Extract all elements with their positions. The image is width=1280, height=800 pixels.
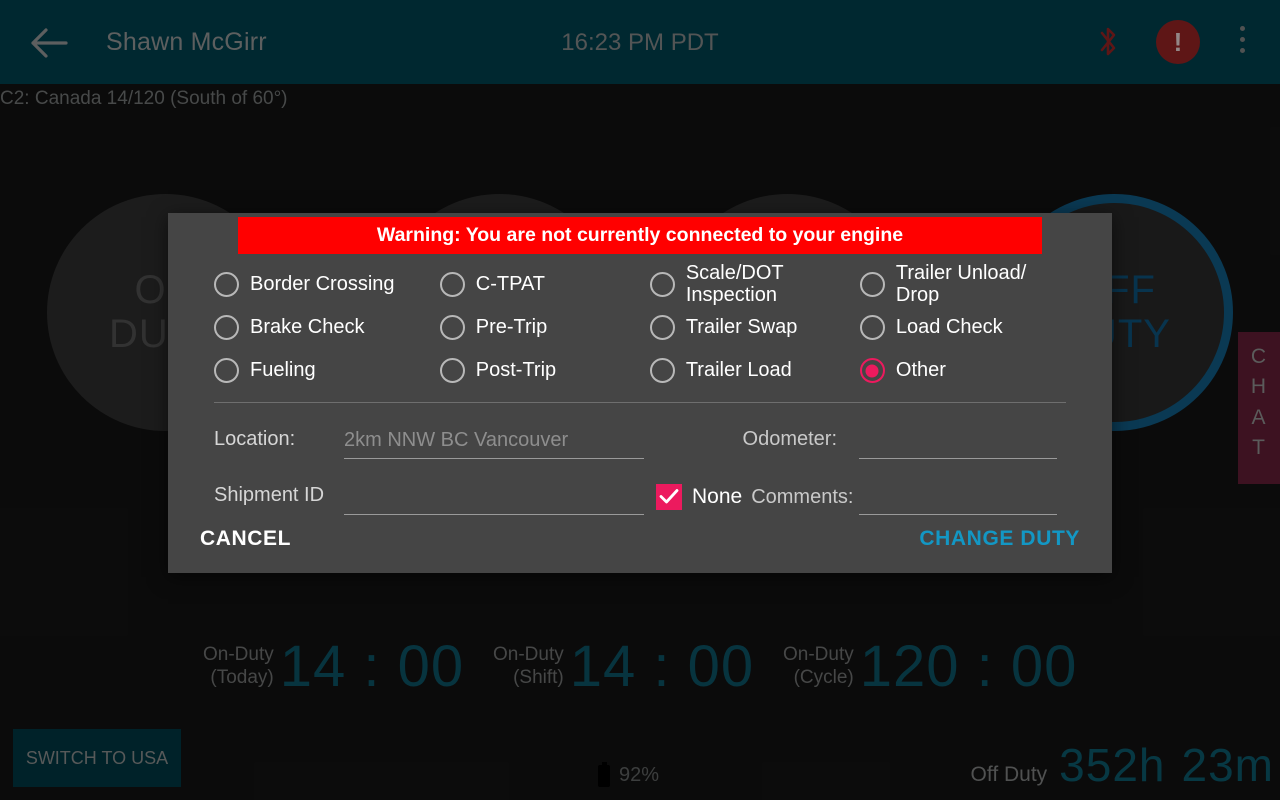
radio-circle-icon xyxy=(859,272,885,297)
radio-option-scale-dot-inspection[interactable]: Scale/DOT Inspection xyxy=(649,261,860,306)
change-duty-dialog: Warning: You are not currently connected… xyxy=(168,213,1112,573)
engine-warning-banner: Warning: You are not currently connected… xyxy=(238,217,1042,254)
radio-option-pre-trip[interactable]: Pre-Trip xyxy=(439,306,650,349)
shipment-id-label: Shipment ID xyxy=(214,484,325,506)
none-label: None xyxy=(692,485,743,508)
radio-circle-icon xyxy=(859,358,885,383)
radio-circle-icon xyxy=(214,272,239,297)
location-label: Location: xyxy=(214,428,296,450)
odometer-input[interactable] xyxy=(859,427,1057,459)
cancel-button[interactable]: CANCEL xyxy=(200,527,291,551)
change-duty-button[interactable]: CHANGE DUTY xyxy=(919,527,1080,551)
none-checkbox-checked-icon[interactable] xyxy=(656,484,682,510)
location-placeholder: 2km NNW BC Vancouver xyxy=(344,429,569,451)
radio-option-fueling[interactable]: Fueling xyxy=(214,349,440,392)
radio-circle-icon xyxy=(214,358,239,383)
radio-column-1: Border Crossing Brake Check Fueling xyxy=(214,263,440,392)
duty-reason-radio-group: Border Crossing Brake Check Fueling C-TP… xyxy=(168,254,1112,392)
radio-label: Post-Trip xyxy=(475,358,557,381)
radio-option-trailer-swap[interactable]: Trailer Swap xyxy=(649,306,860,349)
radio-circle-icon xyxy=(649,358,675,383)
radio-option-brake-check[interactable]: Brake Check xyxy=(214,306,440,349)
radio-column-2: C-TPAT Pre-Trip Post-Trip xyxy=(439,263,650,392)
radio-circle-icon xyxy=(859,315,885,340)
radio-option-post-trip[interactable]: Post-Trip xyxy=(439,349,650,392)
eld-duty-status-screen: ON DUTY OFF DUTY C2: Canada 14/120 (Sout… xyxy=(0,0,1280,800)
dialog-fields: Location: 2km NNW BC Vancouver Odometer:… xyxy=(168,403,1112,515)
radio-option-load-check[interactable]: Load Check xyxy=(859,306,1066,349)
odometer-label: Odometer: xyxy=(742,428,837,450)
radio-option-other[interactable]: Other xyxy=(859,349,1066,392)
radio-option-trailer-unload-drop[interactable]: Trailer Unload/ Drop xyxy=(859,261,1066,306)
radio-column-4: Trailer Unload/ Drop Load Check Other xyxy=(859,261,1066,392)
radio-label: Trailer Load xyxy=(685,358,792,381)
radio-circle-icon xyxy=(649,272,675,297)
radio-column-3: Scale/DOT Inspection Trailer Swap Traile… xyxy=(649,261,860,392)
radio-label: Scale/DOT Inspection xyxy=(685,261,784,306)
field-row-location-odometer: Location: 2km NNW BC Vancouver Odometer: xyxy=(214,403,1066,459)
field-row-shipment-comments: Shipment ID None Comments: xyxy=(214,459,1066,515)
radio-label: Load Check xyxy=(895,315,1003,338)
radio-label: Fueling xyxy=(250,358,316,381)
radio-label: C-TPAT xyxy=(475,272,546,295)
radio-circle-icon xyxy=(439,272,465,297)
radio-option-c-tpat[interactable]: C-TPAT xyxy=(439,263,650,306)
none-checkbox-group[interactable]: None Comments: xyxy=(644,484,859,515)
location-input[interactable]: 2km NNW BC Vancouver xyxy=(344,427,644,459)
dialog-action-bar: CANCEL CHANGE DUTY xyxy=(168,515,1112,573)
shipment-id-input[interactable] xyxy=(344,483,644,515)
comments-input[interactable] xyxy=(859,483,1057,515)
radio-option-border-crossing[interactable]: Border Crossing xyxy=(214,263,440,306)
radio-label: Border Crossing xyxy=(250,272,395,295)
radio-option-trailer-load[interactable]: Trailer Load xyxy=(649,349,860,392)
radio-label: Trailer Swap xyxy=(685,315,798,338)
radio-circle-icon xyxy=(439,358,465,383)
radio-circle-icon xyxy=(214,315,239,340)
radio-label: Trailer Unload/ Drop xyxy=(895,261,1027,306)
radio-label: Pre-Trip xyxy=(475,315,548,338)
comments-label: Comments: xyxy=(751,486,854,508)
radio-label: Other xyxy=(895,358,946,381)
radio-circle-icon xyxy=(439,315,465,340)
radio-circle-icon xyxy=(649,315,675,340)
radio-label: Brake Check xyxy=(250,315,365,338)
